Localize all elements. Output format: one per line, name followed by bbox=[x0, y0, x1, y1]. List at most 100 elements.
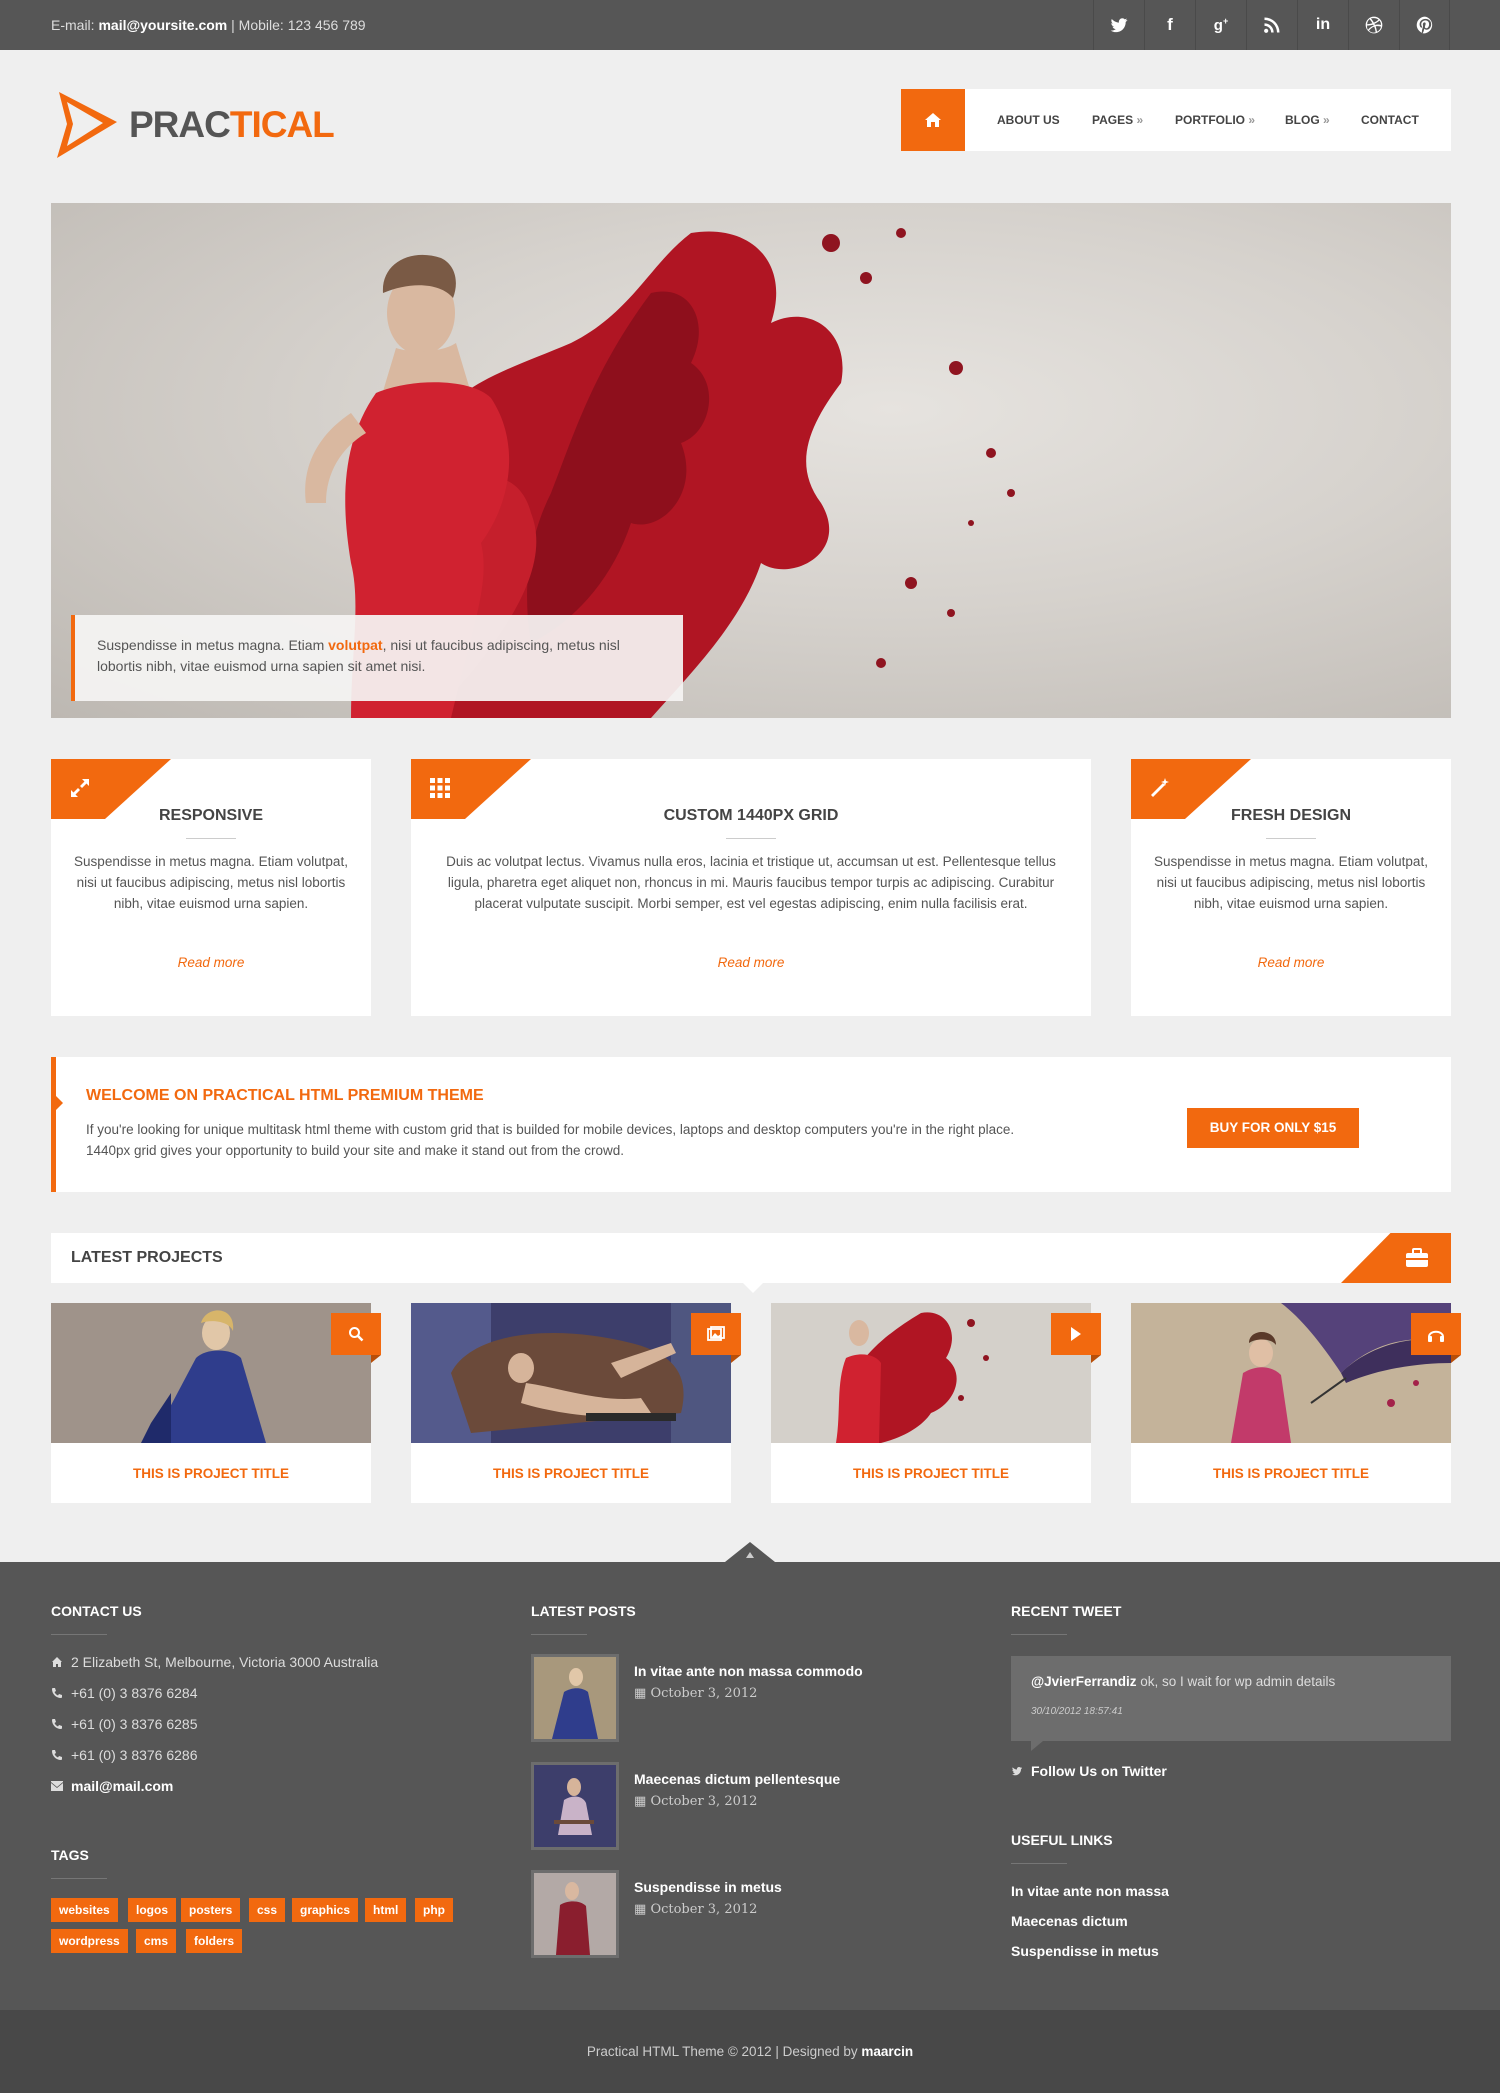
project-title[interactable]: THIS IS PROJECT TITLE bbox=[771, 1466, 1091, 1481]
tag[interactable]: html bbox=[365, 1898, 407, 1922]
project-card[interactable]: THIS IS PROJECT TITLE bbox=[1131, 1303, 1461, 1503]
play-icon[interactable] bbox=[1051, 1313, 1101, 1363]
welcome-arrow bbox=[55, 1095, 63, 1111]
post-title[interactable]: Suspendisse in metus bbox=[634, 1879, 782, 1895]
scroll-top-button[interactable] bbox=[725, 1542, 775, 1562]
logo-mark-icon bbox=[57, 92, 117, 158]
headphones-icon[interactable] bbox=[1411, 1313, 1461, 1363]
tag[interactable]: posters bbox=[181, 1898, 241, 1922]
top-email-link[interactable]: mail@yoursite.com bbox=[98, 17, 227, 33]
tag[interactable]: wordpress bbox=[51, 1929, 128, 1953]
tag[interactable]: cms bbox=[136, 1929, 177, 1953]
project-image bbox=[51, 1303, 371, 1443]
useful-link[interactable]: Maecenas dictum bbox=[1011, 1913, 1128, 1929]
caption-highlight: volutpat bbox=[328, 637, 383, 653]
twitter-icon bbox=[1012, 1766, 1022, 1776]
feature-card-design: FRESH DESIGN Suspendisse in metus magna.… bbox=[1131, 759, 1451, 1016]
top-bar: E-mail: mail@yoursite.com | Mobile: 123 … bbox=[0, 0, 1500, 50]
google-plus-icon[interactable]: g+ bbox=[1195, 0, 1246, 50]
feature-card-grid: CUSTOM 1440PX GRID Duis ac volutpat lect… bbox=[411, 759, 1091, 1016]
nav-contact[interactable]: CONTACT bbox=[1361, 89, 1419, 151]
portfolio-badge[interactable] bbox=[1341, 1233, 1451, 1283]
project-title[interactable]: THIS IS PROJECT TITLE bbox=[1131, 1466, 1451, 1481]
dribbble-icon[interactable] bbox=[1348, 0, 1399, 50]
nav-about-us[interactable]: ABOUT US bbox=[997, 89, 1060, 151]
tag[interactable]: graphics bbox=[292, 1898, 359, 1922]
home-icon bbox=[52, 1657, 62, 1667]
buy-button[interactable]: BUY FOR ONLY $15 bbox=[1187, 1108, 1359, 1148]
hero-slider[interactable]: Suspendisse in metus magna. Etiam volutp… bbox=[51, 203, 1451, 718]
linkedin-icon[interactable]: in bbox=[1297, 0, 1348, 50]
tag[interactable]: folders bbox=[186, 1929, 243, 1953]
heading-rule bbox=[51, 1878, 107, 1879]
image-icon[interactable] bbox=[691, 1313, 741, 1363]
heading-rule bbox=[531, 1634, 587, 1635]
post-title[interactable]: Maecenas dictum pellentesque bbox=[634, 1771, 840, 1787]
welcome-text: If you're looking for unique multitask h… bbox=[86, 1122, 1015, 1158]
phone-icon bbox=[52, 1719, 62, 1729]
footer-posts-heading: LATEST POSTS bbox=[531, 1603, 636, 1619]
tag[interactable]: logos bbox=[128, 1898, 176, 1922]
author-link[interactable]: maarcin bbox=[861, 2044, 913, 2059]
read-more-link[interactable]: Read more bbox=[1131, 955, 1451, 970]
project-card[interactable]: THIS IS PROJECT TITLE bbox=[411, 1303, 741, 1503]
tweet-user-link[interactable]: @JvierFerrandiz bbox=[1031, 1674, 1136, 1689]
email-label: E-mail: bbox=[51, 17, 95, 33]
calendar-icon: ▦ bbox=[634, 1686, 647, 1701]
envelope-icon bbox=[51, 1781, 63, 1791]
tag[interactable]: css bbox=[249, 1898, 286, 1922]
footer: CONTACT US 2 Elizabeth St, Melbourne, Vi… bbox=[0, 1542, 1500, 2010]
twitter-icon[interactable] bbox=[1093, 0, 1144, 50]
top-contact-info: E-mail: mail@yoursite.com | Mobile: 123 … bbox=[51, 0, 366, 50]
feature-title: RESPONSIVE bbox=[158, 807, 264, 824]
post-thumbnail[interactable] bbox=[531, 1870, 619, 1958]
nav-pages[interactable]: PAGES » bbox=[1092, 89, 1143, 151]
facebook-icon[interactable]: f bbox=[1144, 0, 1195, 50]
expand-icon bbox=[65, 773, 95, 803]
follow-twitter-link[interactable]: Follow Us on Twitter bbox=[1011, 1763, 1167, 1779]
pinterest-icon[interactable] bbox=[1399, 0, 1450, 50]
contact-email[interactable]: mail@mail.com bbox=[51, 1778, 173, 1794]
nav-blog[interactable]: BLOG » bbox=[1285, 89, 1330, 151]
tag[interactable]: php bbox=[415, 1898, 453, 1922]
nav-portfolio[interactable]: PORTFOLIO » bbox=[1175, 89, 1255, 151]
read-more-link[interactable]: Read more bbox=[411, 955, 1091, 970]
calendar-icon: ▦ bbox=[634, 1902, 647, 1917]
tweet-time: 30/10/2012 18:57:41 bbox=[1031, 1706, 1123, 1717]
tweet-text: @JvierFerrandiz ok, so I wait for wp adm… bbox=[1031, 1674, 1336, 1689]
project-image bbox=[411, 1303, 731, 1443]
main-nav: ABOUT US PAGES » PORTFOLIO » BLOG » CONT… bbox=[901, 89, 1451, 151]
copyright-bar: Practical HTML Theme © 2012 | Designed b… bbox=[0, 2010, 1500, 2093]
heading-rule bbox=[1011, 1634, 1067, 1635]
contact-phone: +61 (0) 3 8376 6286 bbox=[51, 1747, 198, 1763]
site-logo[interactable]: PRACTICAL bbox=[51, 88, 335, 162]
nav-home-button[interactable] bbox=[901, 89, 965, 151]
footer-tags-heading: TAGS bbox=[51, 1847, 89, 1863]
heading-rule bbox=[1011, 1863, 1067, 1864]
footer-contact-heading: CONTACT US bbox=[51, 1603, 142, 1619]
post-date: ▦ October 3, 2012 bbox=[634, 1794, 758, 1809]
post-thumbnail[interactable] bbox=[531, 1762, 619, 1850]
read-more-link[interactable]: Read more bbox=[51, 955, 371, 970]
project-image bbox=[1131, 1303, 1451, 1443]
post-title[interactable]: In vitae ante non massa commodo bbox=[634, 1663, 863, 1679]
phone-icon bbox=[52, 1688, 62, 1698]
feature-card-responsive: RESPONSIVE Suspendisse in metus magna. E… bbox=[51, 759, 371, 1016]
latest-projects-heading: LATEST PROJECTS bbox=[71, 1249, 223, 1266]
useful-link[interactable]: In vitae ante non massa bbox=[1011, 1883, 1169, 1899]
grid-icon bbox=[425, 773, 455, 803]
useful-link[interactable]: Suspendisse in metus bbox=[1011, 1943, 1159, 1959]
project-card[interactable]: THIS IS PROJECT TITLE bbox=[51, 1303, 381, 1503]
tag[interactable]: websites bbox=[51, 1898, 118, 1922]
home-icon bbox=[925, 113, 941, 127]
project-title[interactable]: THIS IS PROJECT TITLE bbox=[411, 1466, 731, 1481]
project-card[interactable]: THIS IS PROJECT TITLE bbox=[771, 1303, 1101, 1503]
briefcase-icon bbox=[1405, 1247, 1429, 1274]
tweet-box: @JvierFerrandiz ok, so I wait for wp adm… bbox=[1011, 1656, 1451, 1751]
post-thumbnail[interactable] bbox=[531, 1654, 619, 1742]
project-title[interactable]: THIS IS PROJECT TITLE bbox=[51, 1466, 371, 1481]
rss-icon[interactable] bbox=[1246, 0, 1297, 50]
title-divider bbox=[1266, 838, 1316, 839]
contact-phone: +61 (0) 3 8376 6284 bbox=[51, 1685, 198, 1701]
search-icon[interactable] bbox=[331, 1313, 381, 1363]
